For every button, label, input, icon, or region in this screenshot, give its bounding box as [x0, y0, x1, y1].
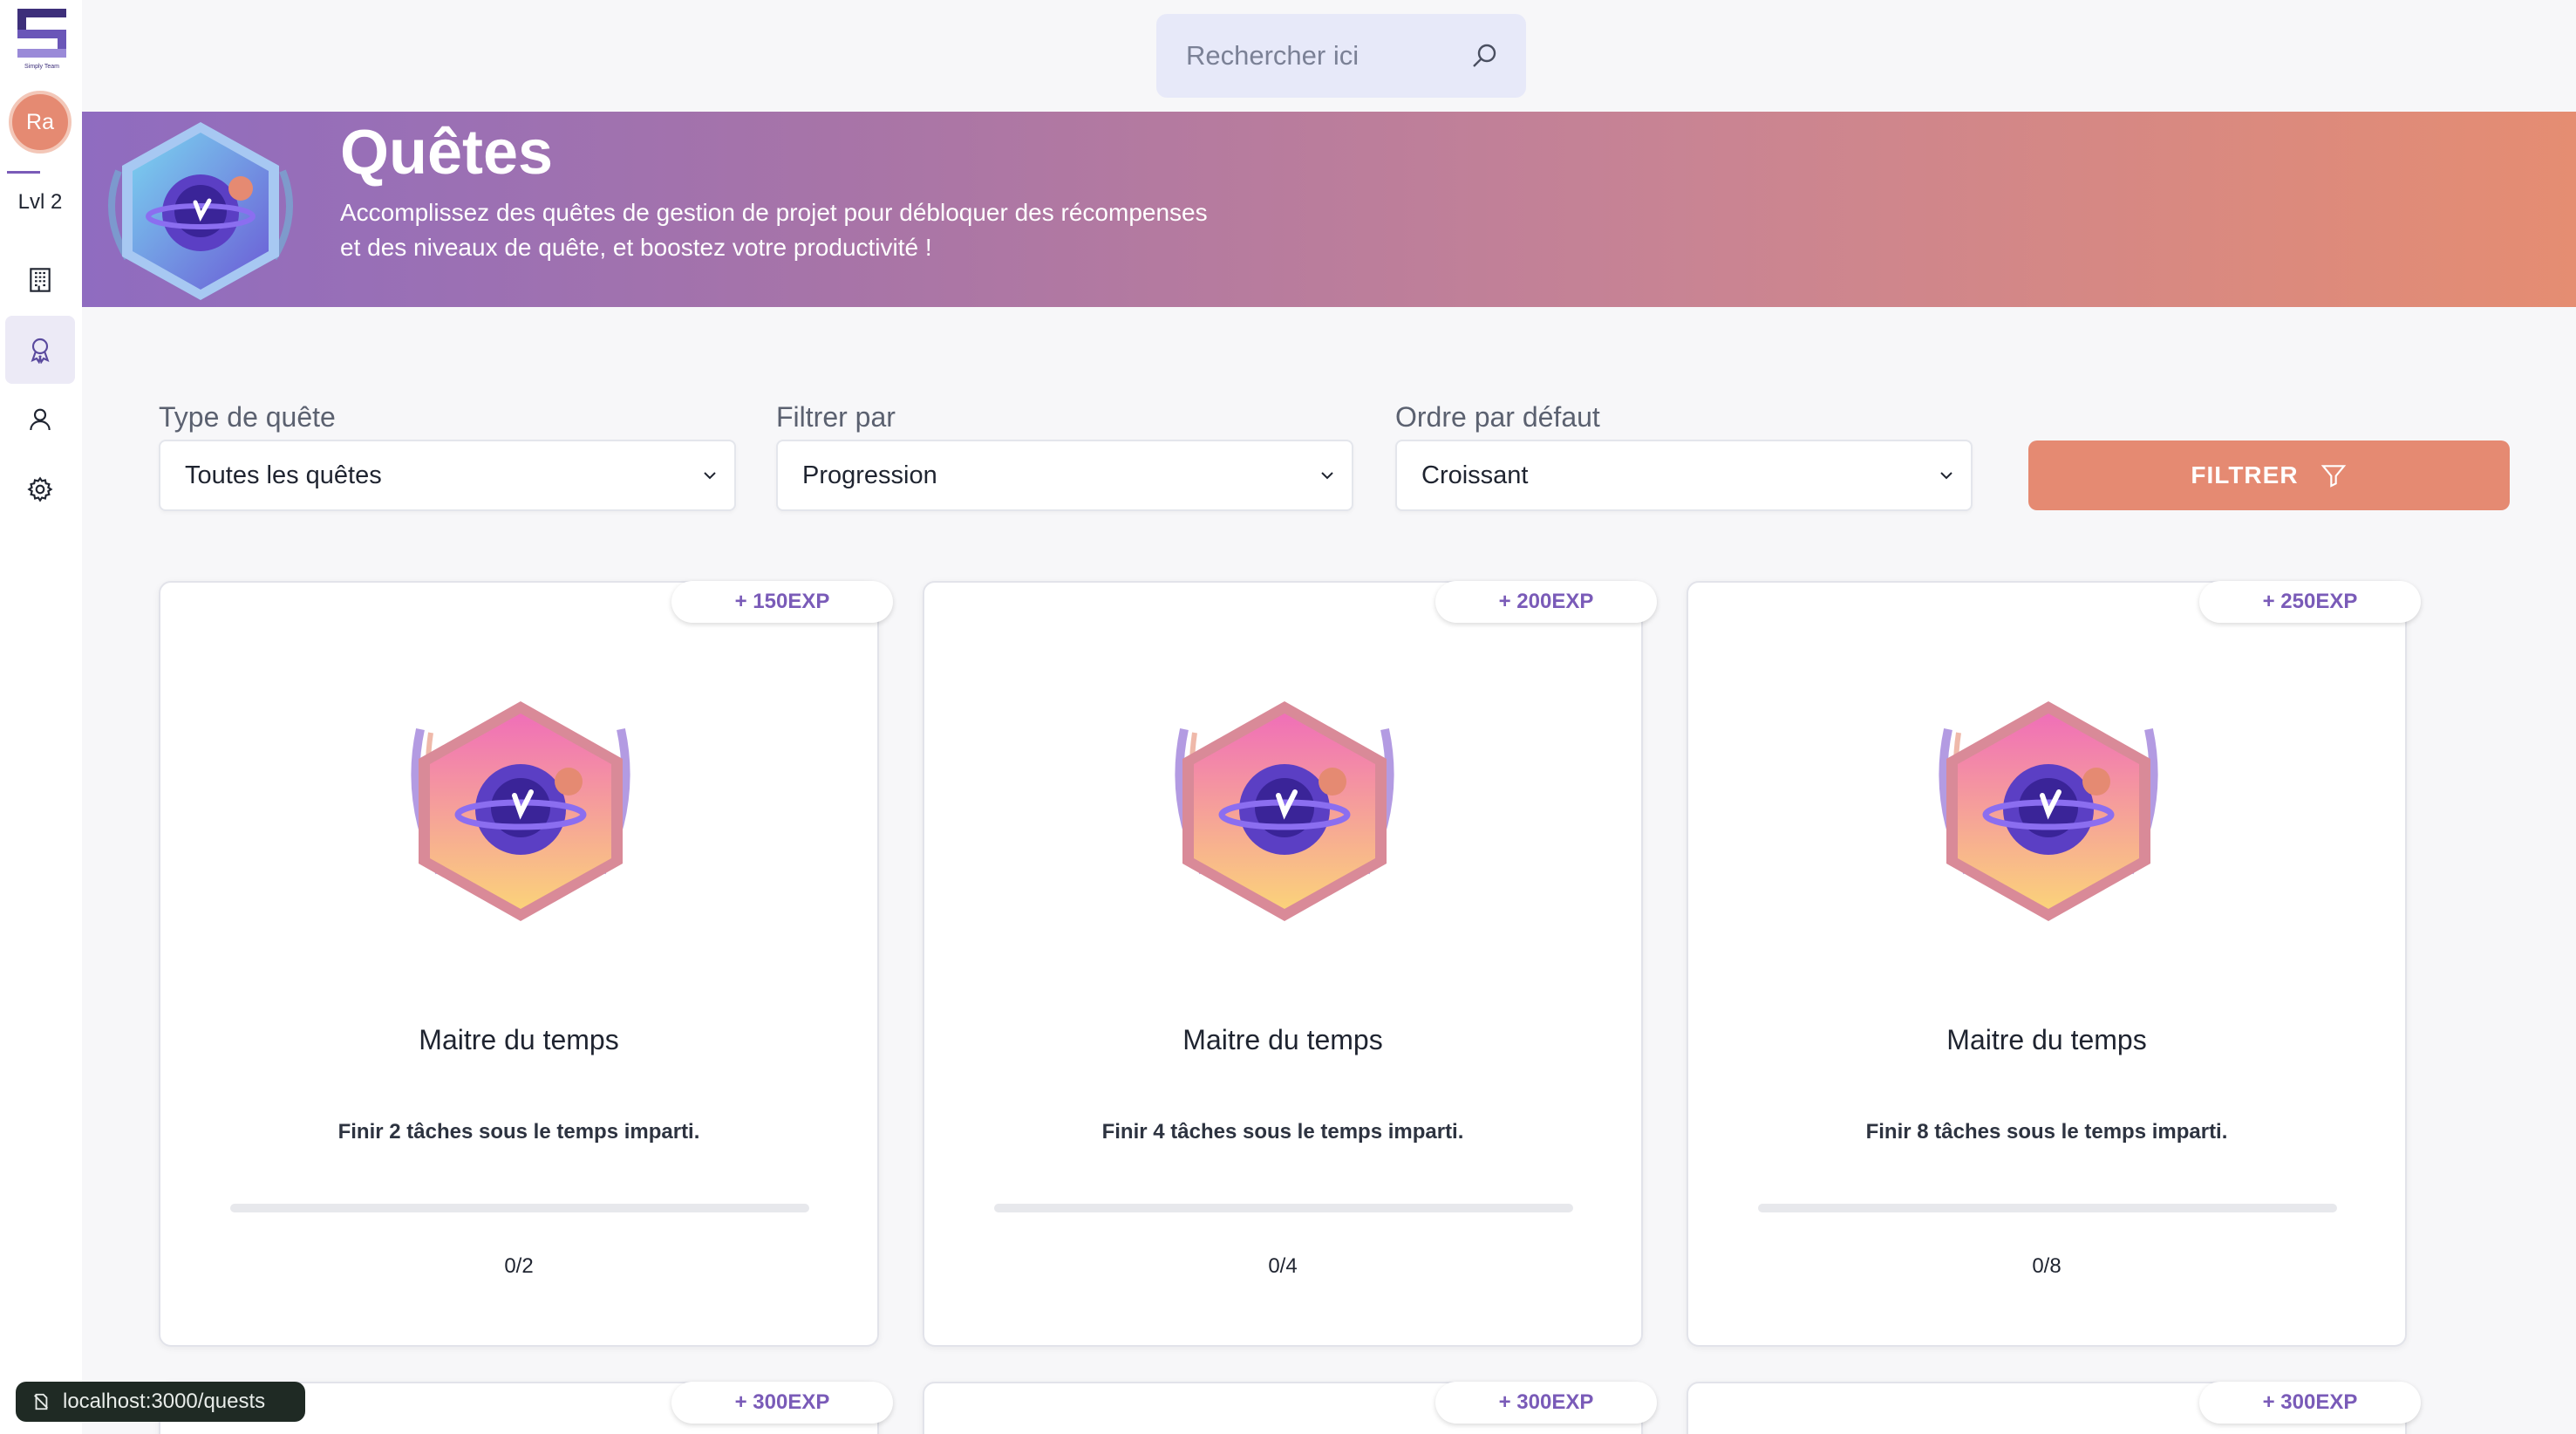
exp-reward-badge: + 200EXP [1435, 581, 1657, 623]
quest-title: Maitre du temps [419, 1024, 619, 1055]
quest-progress-bar [1758, 1204, 2337, 1212]
search-icon[interactable] [1469, 40, 1500, 72]
user-icon [30, 408, 51, 431]
quest-title: Maitre du temps [1946, 1024, 2147, 1055]
avatar-initials: Ra [26, 109, 54, 134]
user-avatar[interactable]: Ra [9, 91, 72, 154]
chevron-down-icon [704, 472, 716, 480]
order-label: Ordre par défaut [1395, 401, 1600, 433]
quest-badge-icon [1932, 698, 2164, 925]
quest-progress-count: 0/8 [2032, 1254, 2061, 1278]
quest-card[interactable]: Maitre du temps Finir 4 tâches sous le t… [923, 581, 1643, 1347]
quest-description: Finir 2 tâches sous le temps imparti. [337, 1120, 700, 1144]
quest-card[interactable]: Maitre du temps Finir 8 tâches sous le t… [1687, 581, 2407, 1347]
search-input[interactable]: Rechercher ici [1186, 40, 1469, 72]
nav-item-quests[interactable] [5, 316, 75, 384]
quest-description: Finir 4 tâches sous le temps imparti. [1101, 1120, 1464, 1144]
quest-progress-bar [994, 1204, 1573, 1212]
exp-reward-badge: + 300EXP [1435, 1382, 1657, 1424]
quest-title: Maitre du temps [1182, 1024, 1383, 1055]
nav-item-projects[interactable] [5, 246, 75, 314]
quest-badge-icon [108, 122, 293, 300]
brand-caption: Simply Team [24, 64, 59, 70]
search-bar[interactable]: Rechercher ici [1156, 14, 1526, 98]
exp-reward-badge: + 300EXP [2199, 1382, 2421, 1424]
filter-button-label: FILTRER [2191, 461, 2299, 488]
building-icon [30, 268, 51, 292]
quest-progress-count: 0/4 [1268, 1254, 1298, 1278]
filter-by-value: Progression [802, 461, 937, 489]
user-level: Lvl 2 [17, 190, 63, 214]
chevron-down-icon [1940, 472, 1952, 480]
filter-button[interactable]: FILTRER [2028, 440, 2510, 510]
quest-badge-icon [1169, 698, 1400, 925]
quest-description: Finir 8 tâches sous le temps imparti. [1865, 1120, 2228, 1144]
page-description: Accomplissez des quêtes de gestion de pr… [340, 199, 1208, 261]
quest-badge-icon [405, 698, 637, 925]
quest-card[interactable]: Maitre du temps Finir 2 tâches sous le t… [159, 581, 879, 1347]
exp-reward-badge: + 300EXP [671, 1382, 893, 1424]
nav-item-settings[interactable] [5, 455, 75, 523]
page-icon [34, 1393, 48, 1410]
funnel-icon [2320, 465, 2346, 488]
simply-team-logo[interactable]: Simply Team [17, 9, 68, 72]
sidebar: Simply Team Ra Lvl 2 [0, 0, 82, 1434]
order-select[interactable]: Croissant [1395, 440, 1973, 511]
chevron-down-icon [1321, 472, 1333, 480]
quest-type-select[interactable]: Toutes les quêtes [159, 440, 736, 511]
filter-by-select[interactable]: Progression [776, 440, 1353, 511]
settings-icon [27, 476, 53, 502]
filter-by-label: Filtrer par [776, 401, 896, 433]
page-title: Quêtes [340, 118, 554, 188]
status-bar-url: localhost:3000/quests [16, 1382, 305, 1422]
status-url: localhost:3000/quests [63, 1390, 266, 1413]
level-progress-line [7, 171, 40, 174]
quests-banner: Quêtes Accomplissez des quêtes de gestio… [82, 112, 2576, 307]
quest-progress-bar [230, 1204, 809, 1212]
quest-type-label: Type de quête [159, 401, 336, 433]
award-icon [31, 338, 50, 364]
exp-reward-badge: + 250EXP [2199, 581, 2421, 623]
quest-progress-count: 0/2 [504, 1254, 534, 1278]
nav-item-profile[interactable] [5, 386, 75, 454]
exp-reward-badge: + 150EXP [671, 581, 893, 623]
quest-type-value: Toutes les quêtes [185, 461, 382, 489]
order-value: Croissant [1421, 461, 1529, 489]
